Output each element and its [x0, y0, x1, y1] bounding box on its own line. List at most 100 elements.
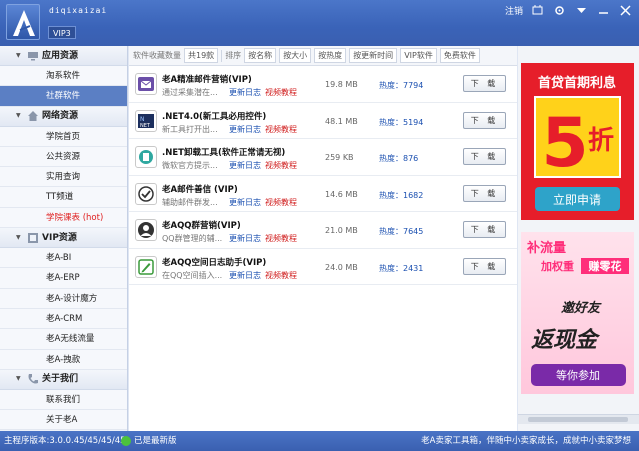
collapse-triangle-icon: ▼ [16, 233, 21, 241]
list-item: 老AQQ群营销(VIP) QQ群管理的辅... 更新日志 视频教程 21.0 M… [129, 212, 517, 249]
sort-by-name-button[interactable]: 按名称 [244, 48, 277, 63]
sidebar-item-drag[interactable]: 老A-拽款 [0, 349, 127, 370]
heat-value: 热度：876 [379, 154, 419, 163]
sidebar-item-taoxi[interactable]: 淘系软件 [0, 66, 127, 87]
email-marketing-icon [135, 73, 157, 95]
sidebar-item-bi[interactable]: 老A-BI [0, 248, 127, 269]
svg-text:NET: NET [140, 123, 151, 129]
referral-ad-banner[interactable]: 补流量 加权重 赚零花 邀好友 返现金 等你参加 [521, 232, 634, 394]
file-size: 24.0 MB [325, 262, 358, 272]
ad2-line4: 邀好友 [561, 300, 602, 316]
sidebar-item-public-resources[interactable]: 公共资源 [0, 146, 127, 168]
file-size: 19.8 MB [325, 80, 358, 89]
sort-by-heat-button[interactable]: 按热度 [314, 48, 347, 63]
filter-vip-button[interactable]: VIP软件 [400, 48, 437, 63]
sidebar-item-academy-home[interactable]: 学院首页 [0, 126, 127, 147]
sidebar-item-design[interactable]: 老A-设计魔方 [0, 288, 127, 309]
sidebar-section-network[interactable]: ▼ 网络资源 [0, 106, 127, 127]
download-button[interactable]: 下 载 [463, 257, 506, 275]
software-title: 老A邮件善信 (VIP) [162, 184, 238, 195]
sidebar: ▼ 应用资源 淘系软件 社群软件 ▼ 网络资源 学院首页 公共资源 实用查询 T… [0, 46, 128, 431]
collapse-triangle-icon: ▼ [16, 375, 21, 383]
section-title: 关于我们 [42, 374, 79, 385]
sidebar-item-erp[interactable]: 老A-ERP [0, 268, 127, 289]
join-now-button[interactable]: 等你参加 [556, 368, 600, 382]
heat-value: 热度：7794 [379, 81, 424, 90]
section-title: 应用资源 [42, 50, 79, 61]
title-bar: diqixaizai VIP3 注销 [0, 0, 639, 46]
software-title: 老A精准邮件营销(VIP) [162, 75, 252, 85]
update-status: 已是最新版 [134, 436, 177, 446]
download-button[interactable]: 下 载 [463, 221, 506, 238]
sort-by-update-button[interactable]: 按更新时间 [349, 48, 398, 63]
home-icon [27, 110, 39, 122]
download-button[interactable]: 下 载 [463, 111, 506, 129]
changelog-link[interactable]: 更新日志 [229, 197, 261, 208]
changelog-link[interactable]: 更新日志 [229, 124, 261, 135]
skin-icon[interactable] [529, 5, 545, 16]
software-title: .NET4.0(新工具必用控件) [162, 111, 267, 122]
download-button[interactable]: 下 载 [463, 184, 506, 202]
vip-icon [27, 232, 39, 244]
close-icon[interactable] [617, 5, 633, 16]
menu-icon[interactable] [573, 5, 589, 16]
software-desc: 辅助邮件群发... [162, 197, 218, 207]
sidebar-item-query[interactable]: 实用查询 [0, 167, 127, 188]
minimize-icon[interactable] [595, 5, 611, 16]
video-tutorial-link[interactable]: 视频教程 [265, 233, 297, 244]
ad-scrollbar[interactable] [518, 414, 639, 424]
loan-ad-banner[interactable]: 首贷首期利息 5 折 立即申请 [521, 63, 634, 220]
sidebar-item-contact[interactable]: 联系我们 [0, 389, 127, 411]
changelog-link[interactable]: 更新日志 [229, 270, 261, 281]
collection-label: 软件收藏数量 [133, 51, 181, 60]
filter-free-button[interactable]: 免费软件 [439, 48, 480, 63]
software-desc: 新工具打开出... [162, 124, 218, 134]
video-tutorial-link[interactable]: 视频教程 [265, 270, 297, 281]
ad1-headline: 首贷首期利息 [538, 75, 616, 91]
sidebar-item-wireless[interactable]: 老A无线流量 [0, 329, 127, 350]
heat-value: 热度：7645 [379, 227, 424, 236]
software-title: .NET卸载工具(软件正常请无视) [162, 148, 286, 158]
phone-icon [27, 373, 39, 385]
collapse-triangle-icon: ▼ [16, 112, 21, 120]
sidebar-item-about[interactable]: 关于老A [0, 410, 127, 431]
slogan-text: 老A卖家工具箱，伴随中小卖家成长，成就中小卖家梦想 [421, 436, 631, 446]
download-button[interactable]: 下 载 [463, 75, 506, 92]
count-badge: 共19款 [184, 48, 219, 63]
ad2-line2: 加权重 [540, 259, 574, 273]
ad2-line5: 返现金 [531, 327, 601, 353]
dotnet-icon: N NET [135, 109, 157, 132]
video-tutorial-link[interactable]: 视频教程 [265, 160, 297, 171]
sidebar-item-tt-channel[interactable]: TT频道 [0, 187, 127, 208]
apply-now-button[interactable]: 立即申请 [553, 192, 601, 207]
ad1-big-number: 5 [541, 104, 588, 183]
download-button[interactable]: 下 载 [463, 148, 506, 165]
list-item: 老A邮件善信 (VIP) 辅助邮件群发... 更新日志 视频教程 14.6 MB… [129, 176, 517, 212]
section-title: VIP资源 [42, 232, 77, 243]
video-tutorial-link[interactable]: 视频教程 [265, 87, 297, 98]
logout-button[interactable]: 注销 [505, 4, 523, 17]
sidebar-item-schedule[interactable]: 学院课表 (hot) [0, 207, 127, 229]
scrollbar-thumb[interactable] [528, 417, 628, 422]
software-title: 老AQQ群营销(VIP) [162, 221, 241, 231]
svg-text:N: N [140, 116, 145, 123]
list-toolbar: 软件收藏数量 共19款 排序 按名称 按大小 按热度 按更新时间 VIP软件 免… [129, 46, 517, 66]
logo-a-icon [13, 10, 35, 36]
video-tutorial-link[interactable]: 视频教程 [265, 197, 297, 208]
sidebar-section-apps[interactable]: ▼ 应用资源 [0, 46, 127, 66]
sidebar-item-social[interactable]: 社群软件 [0, 86, 127, 107]
sidebar-section-vip[interactable]: ▼ VIP资源 [0, 228, 127, 249]
changelog-link[interactable]: 更新日志 [229, 160, 261, 171]
list-item: .NET卸载工具(软件正常请无视) 微软官方提示... 更新日志 视频教程 25… [129, 139, 517, 176]
sidebar-item-crm[interactable]: 老A-CRM [0, 308, 127, 330]
changelog-link[interactable]: 更新日志 [229, 87, 261, 98]
sidebar-section-about[interactable]: ▼ 关于我们 [0, 369, 127, 390]
collapse-triangle-icon: ▼ [16, 51, 21, 59]
settings-icon[interactable] [551, 5, 567, 16]
video-tutorial-link[interactable]: 视频教程 [265, 124, 297, 135]
ad2-line1: 补流量 [526, 240, 566, 256]
ad-column: 首贷首期利息 5 折 立即申请 补流量 加权重 赚零花 邀好友 返现金 等你参加 [518, 46, 639, 431]
changelog-link[interactable]: 更新日志 [229, 233, 261, 244]
list-item: 老A精准邮件营销(VIP) 通过采集潜在... 更新日志 视频教程 19.8 M… [129, 66, 517, 103]
sort-by-size-button[interactable]: 按大小 [279, 48, 312, 63]
